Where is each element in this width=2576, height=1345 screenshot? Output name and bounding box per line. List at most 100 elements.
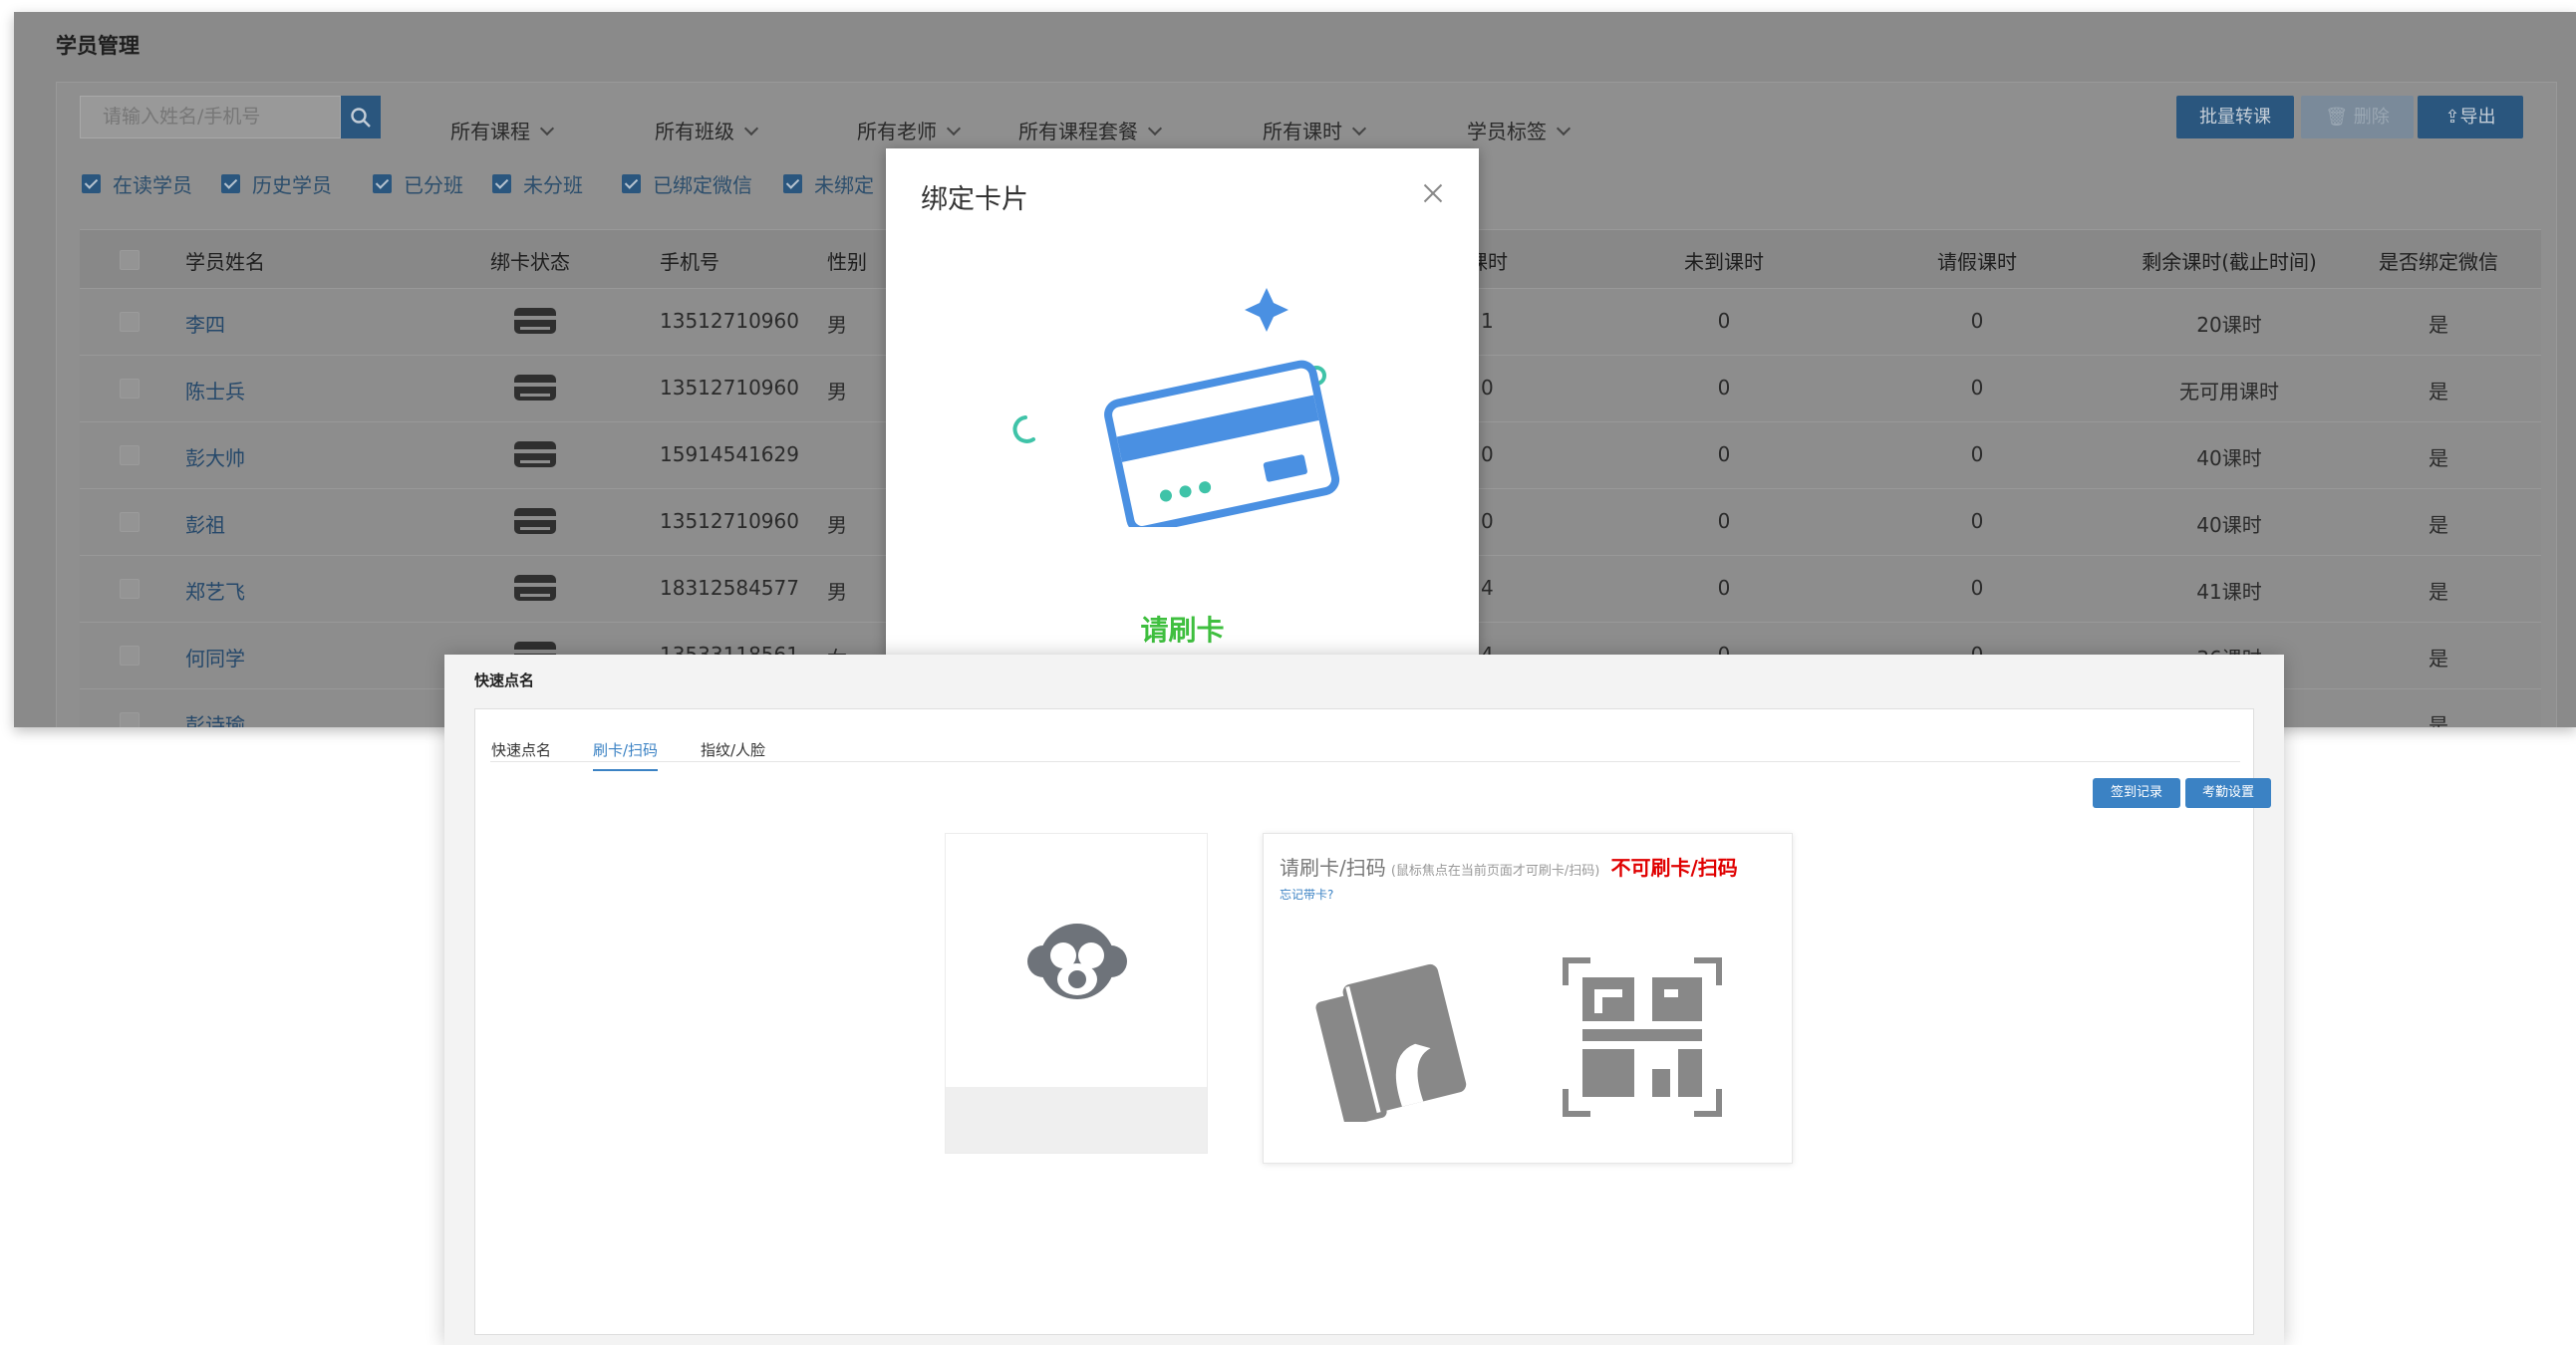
forgot-card-link[interactable]: 忘记带卡? (1280, 886, 1333, 903)
attendance-settings-button[interactable]: 考勤设置 (2185, 778, 2271, 808)
row-checkbox[interactable] (120, 646, 140, 666)
consumed-hours-cell: 0 (1481, 509, 1494, 533)
hand-card-icon (1315, 963, 1467, 1122)
header-phone: 手机号 (660, 250, 719, 274)
checkbox-checked[interactable] (82, 174, 101, 193)
student-name-cell[interactable]: 彭诗瑜 (185, 709, 245, 727)
tab-quick-call[interactable]: 快速点名 (491, 739, 551, 760)
delete-button[interactable]: 🗑 删除 (2301, 96, 2414, 138)
consumed-hours-cell: 1 (1481, 309, 1494, 333)
swipe-warning: 不可刷卡/扫码 (1610, 856, 1738, 880)
delete-label: 删除 (2353, 107, 2390, 128)
export-button[interactable]: ⇪导出 (2418, 96, 2523, 138)
row-checkbox[interactable] (120, 445, 140, 465)
checkbox-checked[interactable] (622, 174, 641, 193)
checkbox-checked[interactable] (221, 174, 240, 193)
checkin-records-button[interactable]: 签到记录 (2093, 778, 2180, 808)
bind-card-modal: 绑定卡片 请刷卡 (886, 148, 1479, 660)
batch-transfer-button[interactable]: 批量转课 (2176, 96, 2294, 138)
filter-tags[interactable]: 学员标签 (1467, 116, 1572, 144)
student-name-cell[interactable]: 何同学 (185, 643, 245, 672)
consumed-hours-cell: 0 (1481, 376, 1494, 400)
checkbox-assigned[interactable]: 已分班 (373, 169, 463, 198)
phone-cell: 13512710960 (660, 509, 799, 533)
select-all-checkbox[interactable] (120, 250, 140, 270)
card-swipe-illustration (1012, 288, 1340, 527)
filter-class[interactable]: 所有班级 (655, 116, 759, 144)
absent-hours-cell: 0 (1717, 309, 1731, 333)
bank-card-icon[interactable] (514, 308, 556, 334)
filter-label: 所有老师 (857, 120, 937, 143)
row-checkbox[interactable] (120, 512, 140, 532)
checkbox-history[interactable]: 历史学员 (221, 169, 332, 198)
trash-icon: 🗑 (2325, 107, 2349, 128)
swipe-note: (鼠标焦点在当前页面才可刷卡/扫码) (1390, 864, 1600, 879)
student-avatar-card (945, 833, 1208, 1154)
student-name-cell[interactable]: 郑艺飞 (185, 576, 245, 605)
header-absent: 未到课时 (1684, 250, 1764, 274)
bank-card-icon[interactable] (514, 575, 556, 601)
student-name-cell[interactable]: 陈士兵 (185, 376, 245, 404)
wechat-bound-cell: 是 (2429, 313, 2448, 337)
chevron-down-icon (946, 121, 962, 136)
wechat-bound-cell: 是 (2429, 713, 2448, 727)
phone-cell: 18312584577 (660, 576, 799, 600)
row-checkbox[interactable] (120, 312, 140, 332)
remaining-hours-cell: 40课时 (2196, 513, 2262, 537)
checkbox-label: 已绑定微信 (653, 173, 752, 197)
row-checkbox[interactable] (120, 379, 140, 399)
wechat-bound-cell: 是 (2429, 513, 2448, 537)
filter-label: 所有课时 (1263, 120, 1342, 143)
checkbox-unassigned[interactable]: 未分班 (492, 169, 583, 198)
filter-label: 所有课程 (450, 120, 530, 143)
student-management-screenshot: 学员管理 请输入姓名/手机号 所有课程 所有班级 所有老师 所有课程套餐 所有课… (14, 12, 2576, 727)
checkbox-checked[interactable] (783, 174, 802, 193)
checkbox-label: 未分班 (523, 173, 583, 197)
filter-label: 所有班级 (655, 120, 734, 143)
close-icon[interactable] (1422, 182, 1444, 204)
checkbox-checked[interactable] (373, 174, 392, 193)
quick-call-panel: 快速点名 刷卡/扫码 指纹/人脸 签到记录 考勤设置 请刷卡/扫码 (鼠标焦点在… (474, 708, 2271, 1335)
filter-hours[interactable]: 所有课时 (1263, 116, 1367, 144)
checkbox-not-bound[interactable]: 未绑定 (783, 169, 874, 198)
absent-hours-cell: 0 (1717, 442, 1731, 466)
student-name-cell[interactable]: 彭大帅 (185, 442, 245, 471)
swipe-label: 请刷卡/扫码 (1280, 856, 1386, 880)
search-icon (351, 107, 371, 128)
checkbox-enrolled[interactable]: 在读学员 (82, 169, 192, 198)
leave-hours-cell: 0 (1970, 376, 1984, 400)
remaining-hours-cell: 40课时 (2196, 446, 2262, 470)
chevron-down-icon (539, 121, 555, 136)
filter-teacher[interactable]: 所有老师 (857, 116, 962, 144)
student-name-cell[interactable]: 彭祖 (185, 509, 225, 538)
chevron-down-icon (1351, 121, 1367, 136)
search-input[interactable]: 请输入姓名/手机号 (80, 96, 341, 138)
search-button[interactable] (341, 96, 381, 138)
remaining-hours-cell: 无可用课时 (2179, 380, 2279, 404)
row-checkbox[interactable] (120, 579, 140, 599)
bank-card-icon[interactable] (514, 441, 556, 467)
tab-fingerprint-face[interactable]: 指纹/人脸 (701, 739, 765, 760)
leave-hours-cell: 0 (1970, 309, 1984, 333)
chevron-down-icon (1556, 121, 1572, 136)
tab-card-scan[interactable]: 刷卡/扫码 (593, 739, 659, 771)
phone-cell: 13512710960 (660, 309, 799, 333)
gender-cell: 男 (827, 313, 847, 337)
quick-call-screenshot: 快速点名 快速点名 刷卡/扫码 指纹/人脸 签到记录 考勤设置 请刷卡/扫码 (… (444, 655, 2284, 1345)
remaining-hours-cell: 20课时 (2196, 313, 2262, 337)
bank-card-icon[interactable] (514, 508, 556, 534)
header-leave: 请假课时 (1937, 250, 2017, 274)
checkbox-checked[interactable] (492, 174, 511, 193)
bank-card-icon[interactable] (514, 375, 556, 401)
row-checkbox[interactable] (120, 712, 140, 727)
checkbox-wechat-bound[interactable]: 已绑定微信 (622, 169, 752, 198)
export-label: 导出 (2459, 107, 2496, 128)
filter-course[interactable]: 所有课程 (450, 116, 555, 144)
wechat-bound-cell: 是 (2429, 647, 2448, 671)
header-card-status: 绑卡状态 (490, 250, 570, 274)
filter-package[interactable]: 所有课程套餐 (1018, 116, 1163, 144)
student-name-cell[interactable]: 李四 (185, 309, 225, 338)
gender-cell: 男 (827, 380, 847, 404)
remaining-hours-cell: 41课时 (2196, 580, 2262, 604)
swipe-scan-card: 请刷卡/扫码 (鼠标焦点在当前页面才可刷卡/扫码) 不可刷卡/扫码 忘记带卡? (1263, 833, 1793, 1164)
